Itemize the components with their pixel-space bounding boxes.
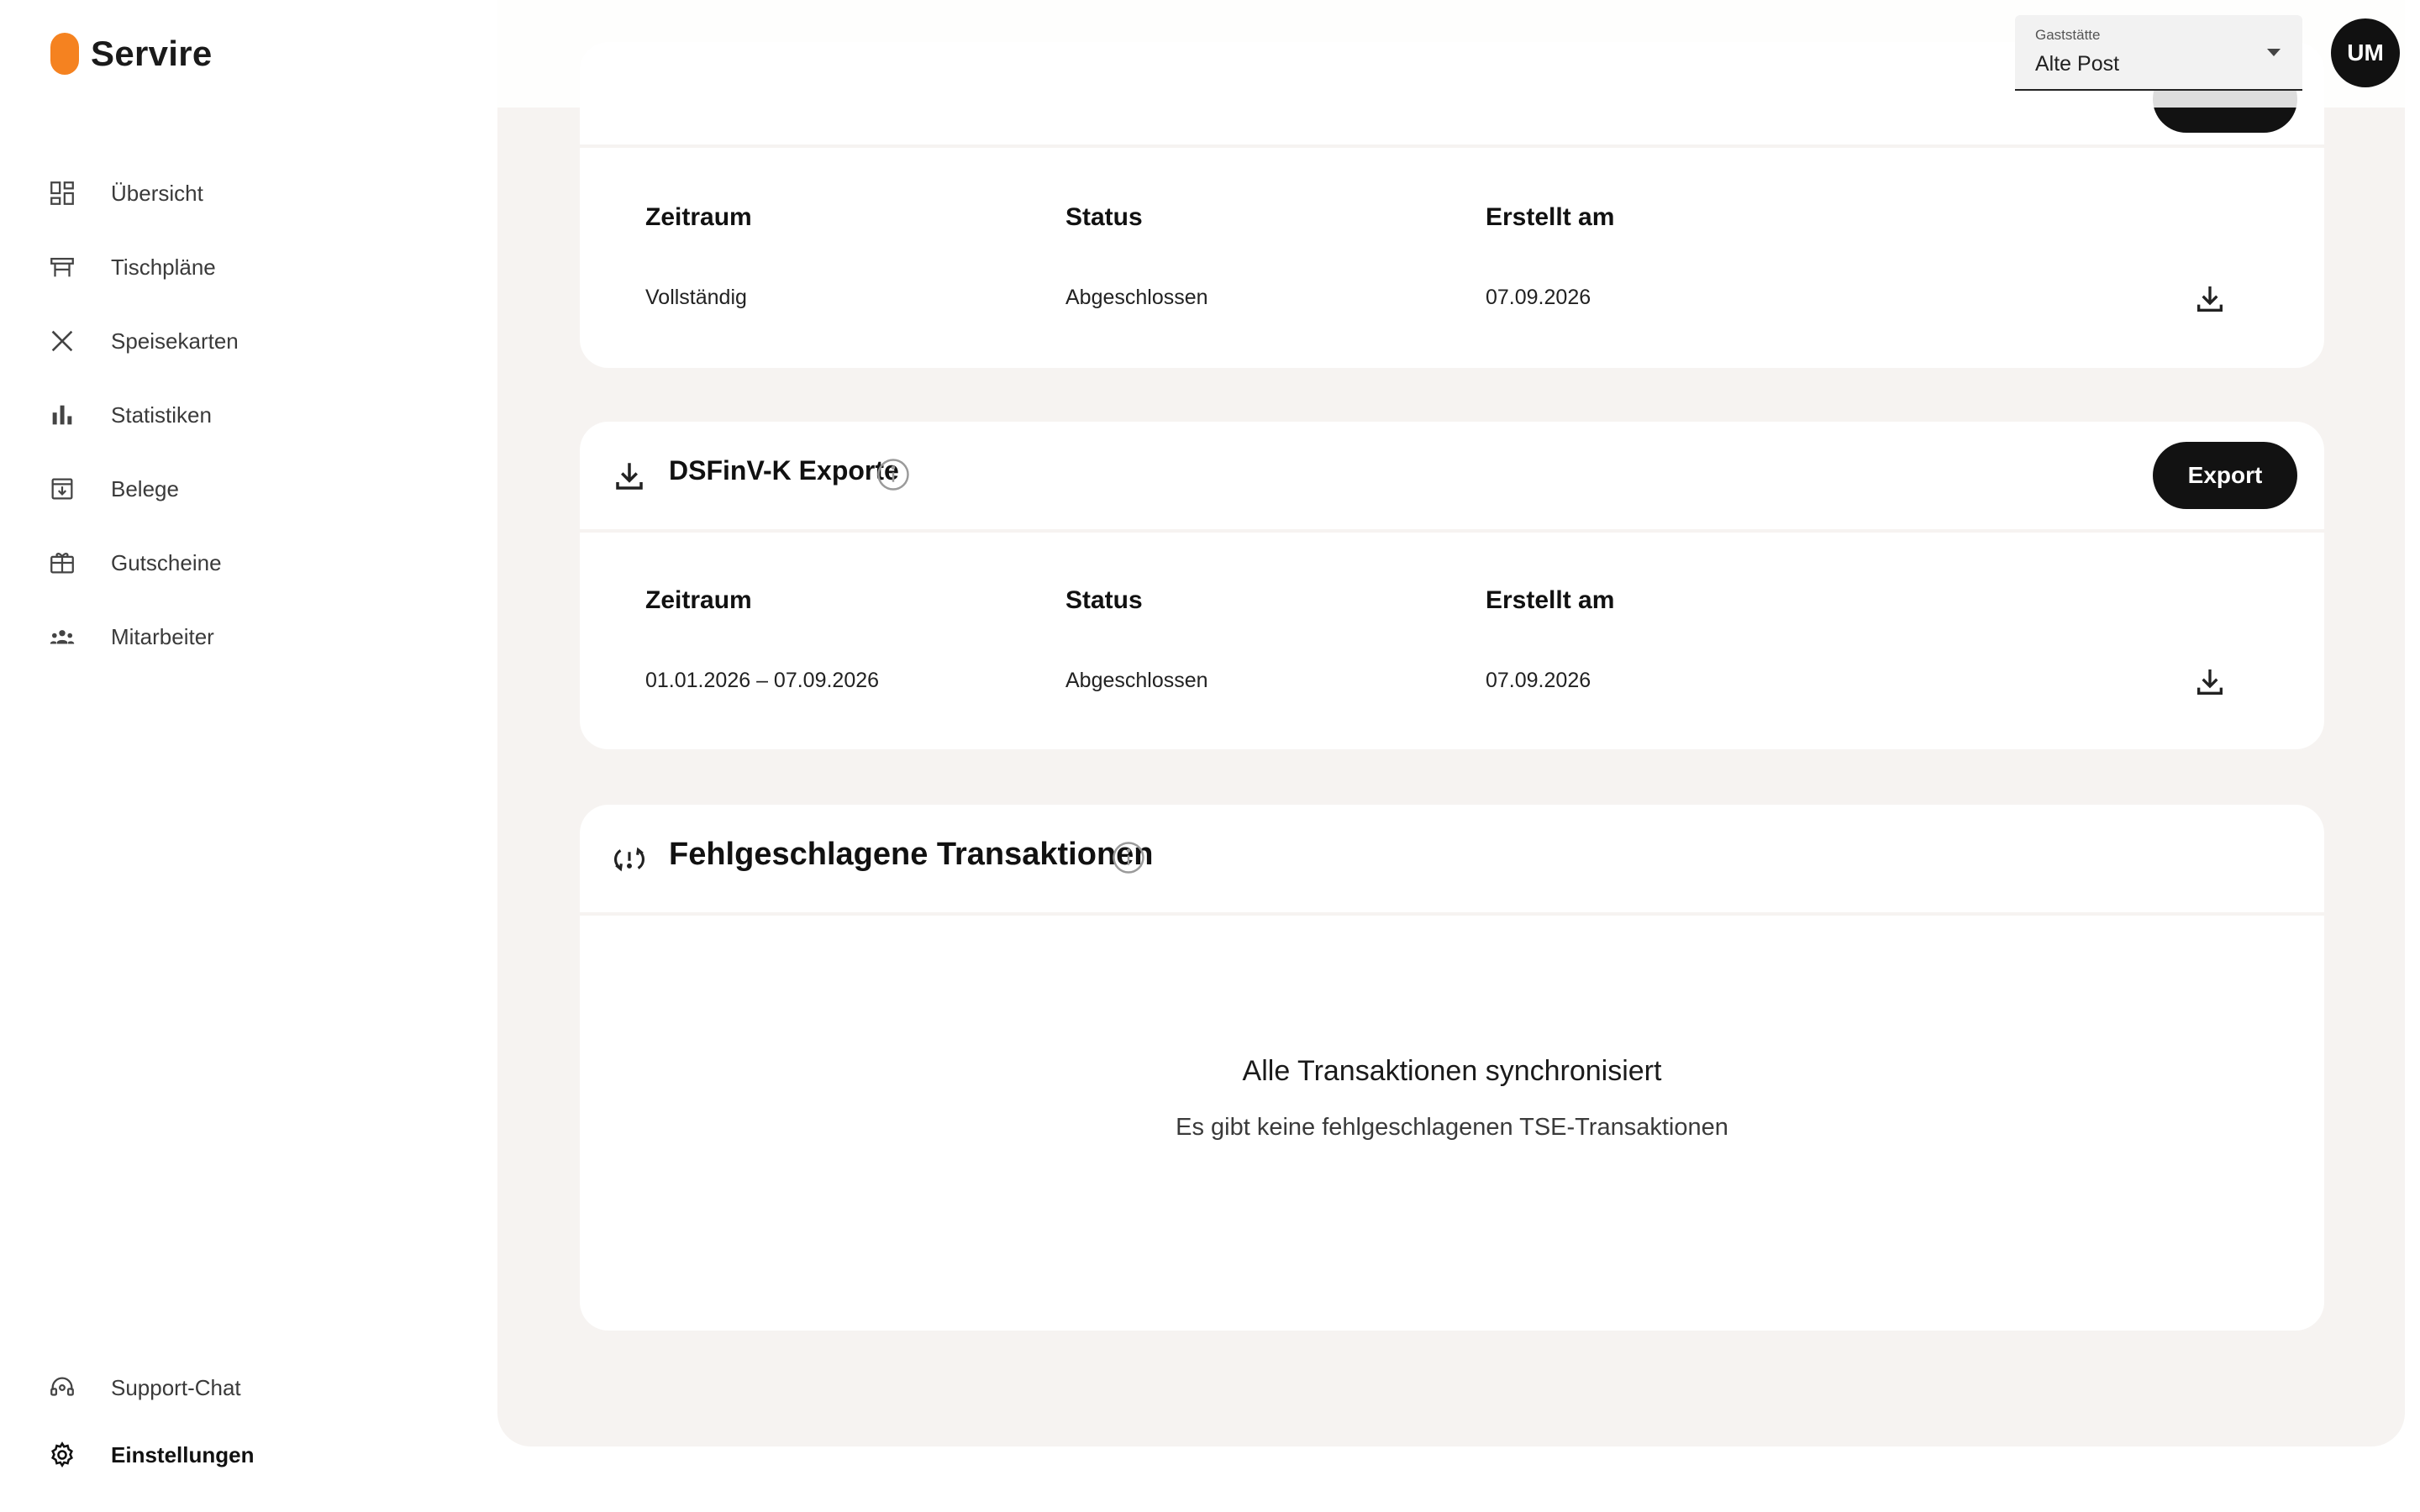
empty-state-title: Alle Transaktionen synchronisiert bbox=[1242, 1055, 1662, 1087]
sidebar-item-label: Statistiken bbox=[111, 402, 212, 428]
sidebar-item-support-chat[interactable]: Support-Chat bbox=[47, 1354, 484, 1421]
sidebar-item-gutscheine[interactable]: Gutscheine bbox=[47, 526, 484, 600]
sidebar-item-statistiken[interactable]: Statistiken bbox=[47, 378, 484, 452]
brand[interactable]: Servire bbox=[50, 32, 213, 76]
cutlery-icon bbox=[47, 326, 77, 356]
sidebar-item-speisekarten[interactable]: Speisekarten bbox=[47, 304, 484, 378]
column-header-zeitraum: Zeitraum bbox=[645, 203, 752, 231]
restaurant-select[interactable]: Gaststätte Alte Post bbox=[2015, 15, 2302, 91]
card-header: DSFinV-K Exporte Export bbox=[580, 422, 2324, 529]
dashboard-icon bbox=[47, 178, 77, 208]
column-header-status: Status bbox=[1065, 203, 1143, 231]
sidebar-item-label: Gutscheine bbox=[111, 549, 222, 575]
sidebar-bottom-nav: Support-Chat Einstellungen bbox=[47, 1354, 484, 1488]
empty-state: Alle Transaktionen synchronisiert Es gib… bbox=[580, 916, 2324, 1331]
headset-icon bbox=[47, 1373, 77, 1403]
avatar[interactable]: UM bbox=[2331, 18, 2400, 87]
cell-status: Abgeschlossen bbox=[1065, 669, 1208, 692]
download-icon bbox=[612, 459, 647, 494]
caret-down-icon bbox=[2267, 49, 2281, 56]
column-header-erstellt-am: Erstellt am bbox=[1486, 203, 1615, 231]
sidebar-item-mitarbeiter[interactable]: Mitarbeiter bbox=[47, 600, 484, 674]
sidebar-item-einstellungen[interactable]: Einstellungen bbox=[47, 1421, 484, 1488]
gift-card-icon bbox=[47, 548, 77, 578]
section-title: DSFinV-K Exporte bbox=[669, 455, 899, 486]
table-icon bbox=[47, 252, 77, 282]
sidebar-item-label: Einstellungen bbox=[111, 1441, 255, 1467]
sidebar-nav: Übersicht Tischpläne Speisekarten Statis… bbox=[47, 156, 484, 674]
card-header: Fehlgeschlagene Transaktionen bbox=[580, 805, 2324, 912]
sidebar-item-label: Speisekarten bbox=[111, 328, 239, 354]
cell-erstellt-am: 07.09.2026 bbox=[1486, 286, 1591, 309]
sidebar-item-label: Support-Chat bbox=[111, 1374, 241, 1400]
export-table: Zeitraum Status Erstellt am 01.01.2026 –… bbox=[580, 533, 2324, 749]
sidebar-item-label: Belege bbox=[111, 475, 179, 501]
cell-zeitraum: Vollständig bbox=[645, 286, 747, 309]
sync-error-icon bbox=[612, 842, 647, 877]
cell-erstellt-am: 07.09.2026 bbox=[1486, 669, 1591, 692]
download-icon[interactable] bbox=[2193, 282, 2227, 316]
empty-state-subtitle: Es gibt keine fehlgeschlagenen TSE-Trans… bbox=[1176, 1114, 1728, 1141]
receipt-icon bbox=[47, 474, 77, 504]
cell-status: Abgeschlossen bbox=[1065, 286, 1208, 309]
export-button[interactable]: Export bbox=[2153, 442, 2297, 509]
column-header-status: Status bbox=[1065, 586, 1143, 614]
sidebar-item-label: Übersicht bbox=[111, 180, 203, 206]
sidebar-item-label: Tischpläne bbox=[111, 254, 216, 280]
people-icon bbox=[47, 622, 77, 652]
brand-name: Servire bbox=[91, 34, 213, 73]
export-table: Zeitraum Status Erstellt am Vollständig … bbox=[580, 148, 2324, 368]
info-icon[interactable] bbox=[876, 457, 911, 492]
sidebar: Servire Übersicht Tischpläne Speisekarte… bbox=[0, 0, 497, 1512]
select-value: Alte Post bbox=[2035, 52, 2120, 76]
cell-zeitraum: 01.01.2026 – 07.09.2026 bbox=[645, 669, 880, 692]
sidebar-item-tischplaene[interactable]: Tischpläne bbox=[47, 230, 484, 304]
gear-icon bbox=[47, 1440, 77, 1470]
download-icon[interactable] bbox=[2193, 665, 2227, 699]
sidebar-item-label: Mitarbeiter bbox=[111, 623, 214, 649]
bar-chart-icon bbox=[47, 400, 77, 430]
section-title: Fehlgeschlagene Transaktionen bbox=[669, 837, 1154, 872]
column-header-erstellt-am: Erstellt am bbox=[1486, 586, 1615, 614]
servire-logo bbox=[50, 33, 79, 75]
sidebar-item-uebersicht[interactable]: Übersicht bbox=[47, 156, 484, 230]
sidebar-item-belege[interactable]: Belege bbox=[47, 452, 484, 526]
info-icon[interactable] bbox=[1111, 840, 1146, 875]
select-caption: Gaststätte bbox=[2035, 27, 2101, 43]
column-header-zeitraum: Zeitraum bbox=[645, 586, 752, 614]
